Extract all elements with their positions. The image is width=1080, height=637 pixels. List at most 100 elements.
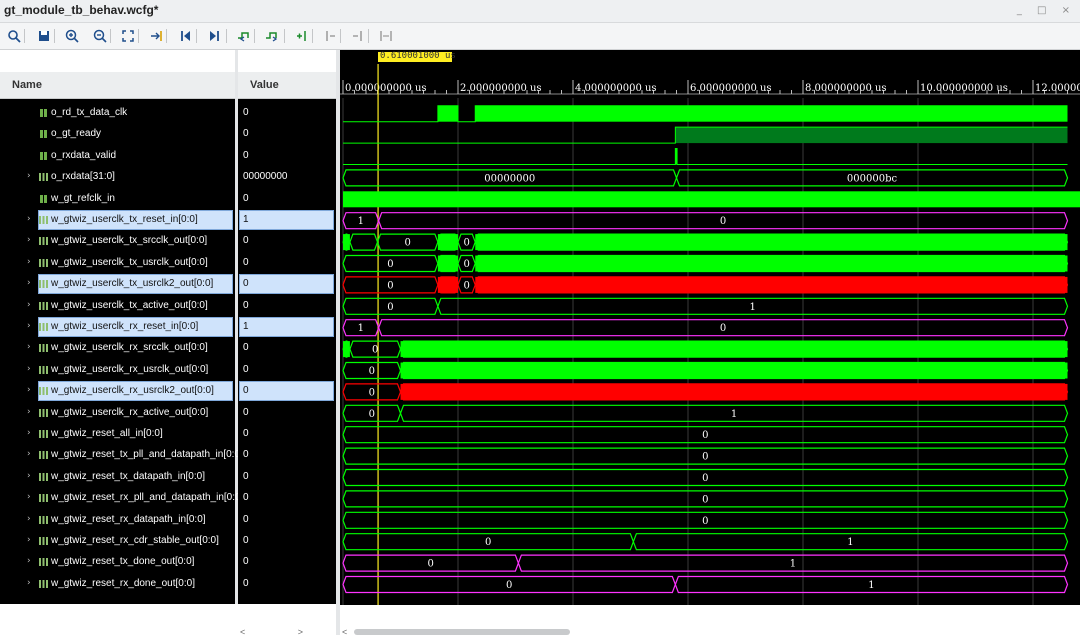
- bit-high-fill: [475, 105, 1068, 122]
- signal-row[interactable]: › w_gtwiz_userclk_tx_usrclk_out[0:0]: [0, 253, 235, 273]
- expand-chevron-icon[interactable]: ›: [27, 364, 31, 374]
- expand-chevron-icon[interactable]: ›: [27, 385, 31, 395]
- expand-chevron-icon[interactable]: ›: [27, 428, 31, 438]
- bus-signal-icon: [39, 451, 48, 460]
- waveform-svg[interactable]: 0.000000000 us 2.000000000 us 4.000000000 …: [340, 50, 1080, 605]
- signal-value-cell[interactable]: 0: [238, 531, 336, 551]
- signal-row[interactable]: o_rxdata_valid: [0, 146, 235, 166]
- signal-row[interactable]: › w_gtwiz_userclk_rx_active_out[0:0]: [0, 403, 235, 423]
- previous-transition-button[interactable]: [234, 26, 254, 46]
- signal-value-column: 0 0 0 00000000 0 1 0 0 0 0 1 0 0 0 0 0 0 0 0 0 0 0 0: [238, 99, 336, 604]
- signal-row[interactable]: › w_gtwiz_userclk_rx_srcclk_out[0:0]: [0, 338, 235, 358]
- name-scroll-arrows[interactable]: < >: [240, 627, 303, 637]
- next-marker-button[interactable]: [348, 26, 368, 46]
- zoom-out-button[interactable]: [90, 26, 110, 46]
- window-controls[interactable]: _ □ ×: [1017, 5, 1076, 16]
- signal-row[interactable]: › w_gtwiz_reset_rx_done_out[0:0]: [0, 574, 235, 594]
- signal-value-cell[interactable]: 0: [238, 146, 336, 166]
- signal-row[interactable]: › w_gtwiz_userclk_rx_usrclk2_out[0:0]: [0, 381, 235, 402]
- expand-chevron-icon[interactable]: ›: [27, 257, 31, 267]
- signal-value-cell[interactable]: 0: [238, 253, 336, 273]
- horizontal-scrollbar[interactable]: <: [340, 605, 1080, 637]
- expand-chevron-icon[interactable]: ›: [27, 556, 31, 566]
- go-to-cursor-button[interactable]: [146, 26, 166, 46]
- signal-value-cell[interactable]: 0: [238, 189, 336, 209]
- expand-chevron-icon[interactable]: ›: [27, 449, 31, 459]
- signal-row[interactable]: › w_gtwiz_userclk_tx_srcclk_out[0:0]: [0, 231, 235, 251]
- signal-row[interactable]: › w_gtwiz_userclk_tx_active_out[0:0]: [0, 296, 235, 316]
- go-to-end-button[interactable]: [204, 26, 224, 46]
- expand-chevron-icon[interactable]: ›: [27, 300, 31, 310]
- signal-row[interactable]: › w_gtwiz_reset_tx_done_out[0:0]: [0, 552, 235, 572]
- signal-value-cell[interactable]: 1: [238, 317, 336, 337]
- waveform-canvas[interactable]: 0.000000000 us 2.000000000 us 4.000000000 …: [340, 50, 1080, 605]
- signal-row[interactable]: › w_gtwiz_reset_rx_pll_and_datapath_in[0:…: [0, 488, 243, 508]
- signal-row[interactable]: › w_gtwiz_reset_tx_pll_and_datapath_in[0:…: [0, 445, 243, 465]
- signal-value-cell[interactable]: 0: [238, 231, 336, 251]
- signal-value-cell[interactable]: 0: [238, 488, 336, 508]
- swap-cursors-button[interactable]: [376, 26, 396, 46]
- signal-value-cell[interactable]: 0: [238, 274, 336, 295]
- signal-value-cell[interactable]: 0: [238, 124, 336, 144]
- signal-row[interactable]: w_gt_refclk_in: [0, 189, 235, 209]
- signal-row[interactable]: o_rd_tx_data_clk: [0, 103, 235, 123]
- expand-chevron-icon[interactable]: ›: [27, 235, 31, 245]
- signal-row[interactable]: › w_gtwiz_reset_rx_datapath_in[0:0]: [0, 510, 235, 530]
- signal-value-cell[interactable]: 0: [238, 338, 336, 358]
- name-column-header[interactable]: Name: [0, 72, 236, 99]
- signal-row[interactable]: › w_gtwiz_userclk_rx_reset_in[0:0]: [0, 317, 235, 337]
- signal-value-cell[interactable]: 0: [238, 103, 336, 123]
- add-marker-button[interactable]: [292, 26, 312, 46]
- scroll-left-arrow[interactable]: <: [342, 627, 347, 637]
- expand-chevron-icon[interactable]: ›: [27, 492, 31, 502]
- expand-chevron-icon[interactable]: ›: [27, 407, 31, 417]
- go-to-cursor-icon: [151, 31, 162, 41]
- scrollbar-thumb[interactable]: [354, 629, 570, 635]
- next-transition-button[interactable]: [262, 26, 282, 46]
- previous-marker-button[interactable]: [320, 26, 340, 46]
- signal-value-cell[interactable]: 0: [238, 403, 336, 423]
- signal-name: w_gtwiz_reset_rx_pll_and_datapath_in[0:0…: [51, 492, 244, 504]
- zoom-fit-button[interactable]: [118, 26, 138, 46]
- expand-chevron-icon[interactable]: ›: [27, 321, 31, 331]
- signal-value-cell[interactable]: 0: [238, 467, 336, 487]
- bit-waveform: [343, 148, 1068, 165]
- bus-signal-icon: [39, 365, 48, 374]
- expand-chevron-icon[interactable]: ›: [27, 171, 31, 181]
- signal-row[interactable]: › o_rxdata[31:0]: [0, 167, 235, 187]
- signal-row[interactable]: › w_gtwiz_userclk_rx_usrclk_out[0:0]: [0, 360, 235, 380]
- bus-signal-icon: [39, 344, 48, 353]
- expand-chevron-icon[interactable]: ›: [27, 278, 31, 288]
- signal-row[interactable]: › w_gtwiz_reset_rx_cdr_stable_out[0:0]: [0, 531, 235, 551]
- signal-row[interactable]: › w_gtwiz_userclk_tx_usrclk2_out[0:0]: [0, 274, 235, 295]
- expand-chevron-icon[interactable]: ›: [27, 342, 31, 352]
- go-to-start-button[interactable]: [176, 26, 196, 46]
- signal-value-cell[interactable]: 0: [238, 424, 336, 444]
- signal-row[interactable]: › w_gtwiz_userclk_tx_reset_in[0:0]: [0, 210, 235, 230]
- cursor-time-tag[interactable]: 0.610001000 us: [378, 51, 456, 62]
- zoom-in-button[interactable]: [62, 26, 82, 46]
- signal-row[interactable]: › w_gtwiz_reset_all_in[0:0]: [0, 424, 235, 444]
- signal-row[interactable]: o_gt_ready: [0, 124, 235, 144]
- timeline-label: 0.000000000 us: [345, 83, 427, 94]
- expand-chevron-icon[interactable]: ›: [27, 214, 31, 224]
- expand-chevron-icon[interactable]: ›: [27, 535, 31, 545]
- expand-chevron-icon[interactable]: ›: [27, 514, 31, 524]
- signal-value-cell[interactable]: 0: [238, 296, 336, 316]
- signal-value-cell[interactable]: 0: [238, 574, 336, 594]
- signal-value-cell[interactable]: 00000000: [238, 167, 336, 187]
- signal-value-cell[interactable]: 0: [238, 381, 336, 402]
- signal-value-cell[interactable]: 0: [238, 445, 336, 465]
- expand-chevron-icon[interactable]: ›: [27, 578, 31, 588]
- value-column-header[interactable]: Value: [238, 72, 336, 99]
- signal-value-cell[interactable]: 0: [238, 510, 336, 530]
- bus-value-label: 1: [358, 216, 364, 227]
- save-button[interactable]: [34, 26, 54, 46]
- signal-value-cell[interactable]: 0: [238, 360, 336, 380]
- signal-value-cell[interactable]: 0: [238, 552, 336, 572]
- bus-value-label: 0: [702, 430, 708, 441]
- search-button[interactable]: [4, 26, 24, 46]
- signal-value-cell[interactable]: 1: [238, 210, 336, 230]
- signal-row[interactable]: › w_gtwiz_reset_tx_datapath_in[0:0]: [0, 467, 235, 487]
- expand-chevron-icon[interactable]: ›: [27, 471, 31, 481]
